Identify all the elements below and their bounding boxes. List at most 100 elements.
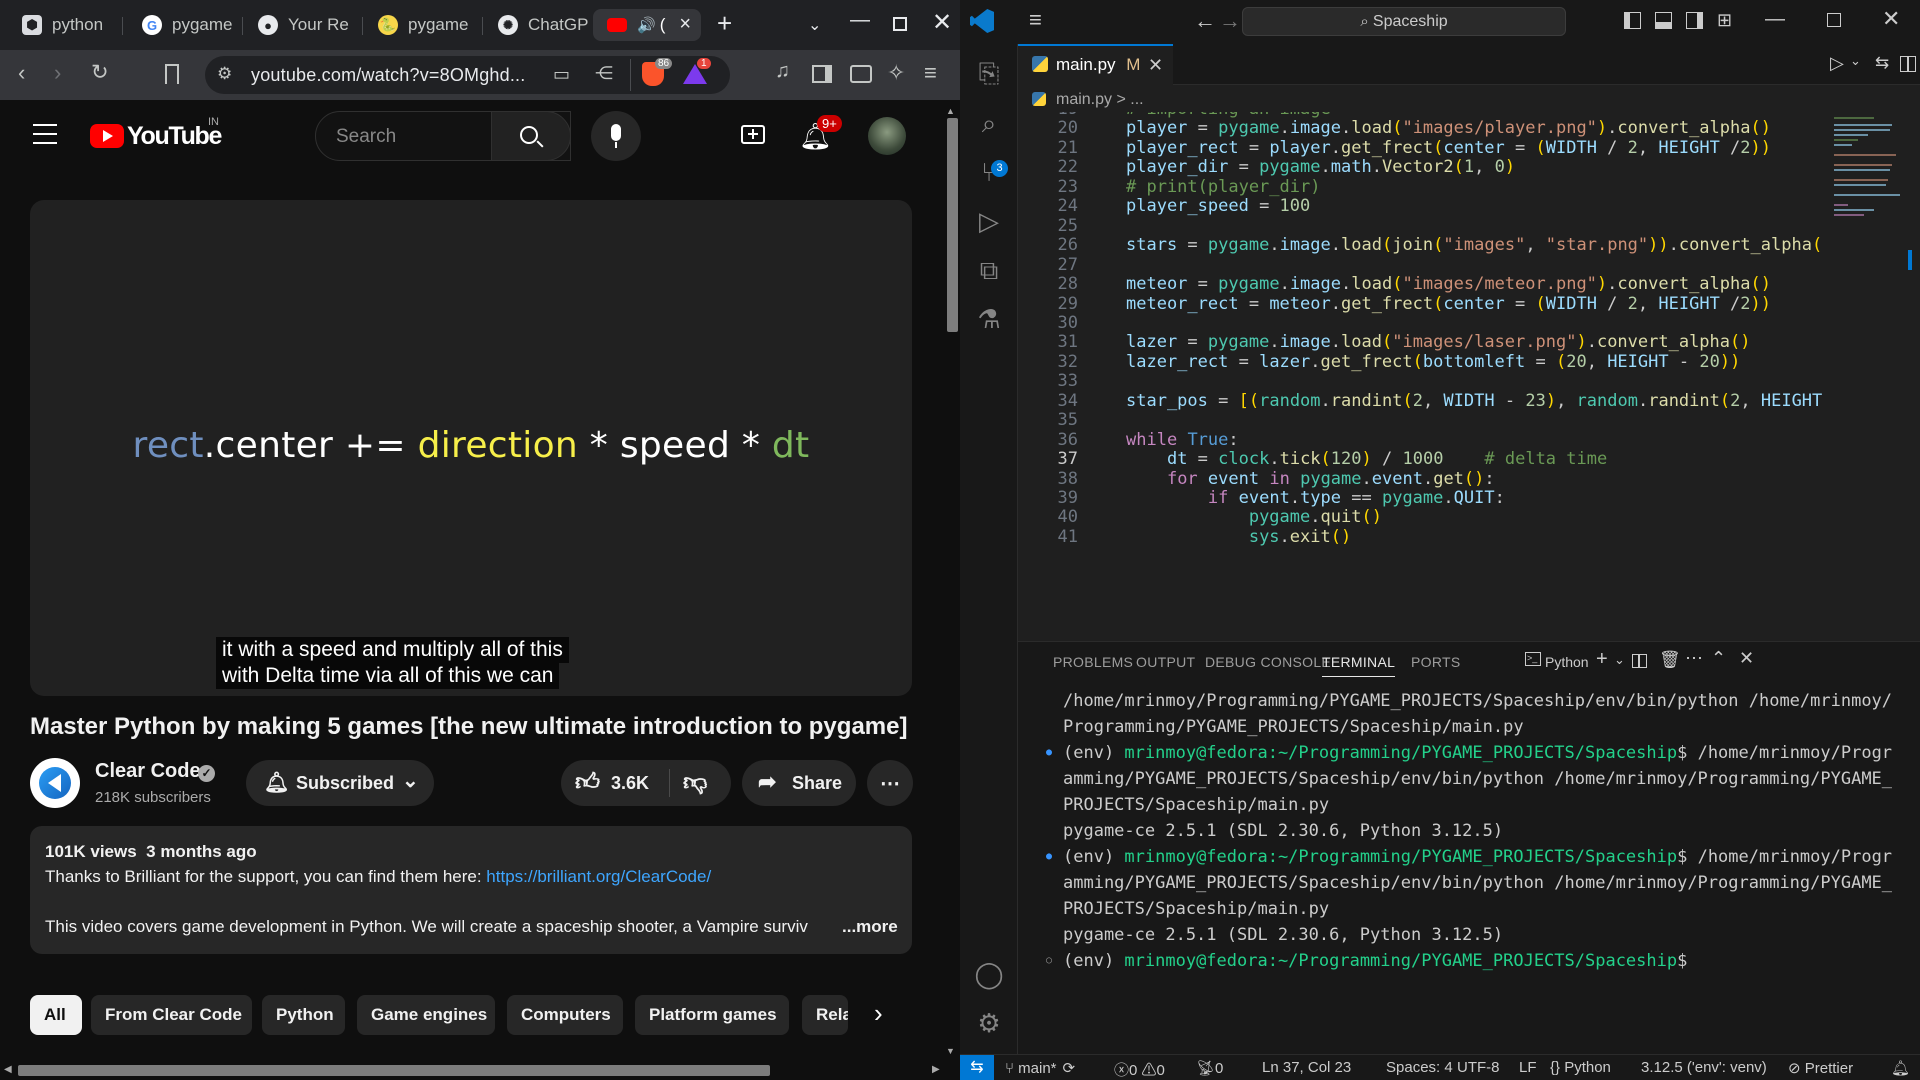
explorer-icon[interactable]: ⎘ [973, 57, 1005, 89]
browser-tab-chatgpt[interactable]: ✺ ChatGP [480, 9, 600, 41]
split-editor-icon[interactable] [1900, 56, 1916, 72]
share-button[interactable]: ➦ Share [742, 760, 856, 806]
tab-debug-console[interactable]: DEBUG CONSOLE [1205, 654, 1331, 670]
run-python-file-icon[interactable]: ▷ [1830, 53, 1844, 74]
customize-layout-icon[interactable]: ⊞ [1717, 10, 1732, 31]
split-terminal-icon[interactable] [1632, 654, 1647, 668]
maximize-icon[interactable] [893, 17, 907, 31]
youtube-logo-icon[interactable] [90, 124, 124, 148]
chip-game-engines[interactable]: Game engines [357, 995, 495, 1035]
minimize-icon[interactable]: — [1765, 8, 1785, 31]
ports-status[interactable]: 📡︎0 [1196, 1059, 1223, 1077]
notifications-bell-icon[interactable]: 🔔︎ [1891, 1059, 1910, 1077]
testing-flask-icon[interactable]: ⚗ [973, 303, 1005, 335]
close-tab-icon[interactable]: × [679, 13, 691, 36]
like-thumb-icon[interactable]: 👍︎ [575, 769, 600, 797]
minimap[interactable] [1828, 112, 1908, 342]
cursor-position[interactable]: Ln 37, Col 23 [1262, 1059, 1351, 1076]
breadcrumb[interactable]: main.py > ... [1018, 88, 1144, 112]
accounts-icon[interactable]: ◯ [973, 958, 1005, 990]
scrollbar-thumb[interactable] [947, 118, 958, 332]
toggle-primary-sidebar-icon[interactable] [1624, 12, 1641, 29]
forward-icon[interactable]: › [54, 60, 61, 86]
show-more-link[interactable]: ...more [838, 917, 898, 937]
address-bar[interactable]: ⚙ youtube.com/watch?v=8OMghd... ▭ ⋲ 86 1 [205, 56, 730, 94]
terminal-output[interactable]: /home/mrinmoy/Programming/PYGAME_PROJECT… [1046, 688, 1903, 974]
maximize-icon[interactable] [1827, 13, 1841, 27]
browser-tab-youtube-active[interactable]: 🔊 ( × [593, 9, 701, 41]
dislike-thumb-icon[interactable]: 👎︎ [683, 769, 707, 797]
more-actions-icon[interactable]: ⋯ [867, 760, 913, 806]
nav-forward-icon[interactable]: → [1219, 8, 1241, 34]
tab-main-py[interactable]: main.py M ✕ [1018, 44, 1173, 85]
leo-ai-icon[interactable]: ✧ [887, 60, 905, 86]
browser-tab-pygame[interactable]: 🐍 pygame [360, 9, 485, 41]
language-mode[interactable]: Python [1564, 1059, 1611, 1076]
description-box[interactable]: 101K views 3 months ago Thanks to Brilli… [30, 826, 912, 954]
reload-icon[interactable]: ↻ [91, 60, 109, 85]
hamburger-menu-icon[interactable] [33, 124, 57, 144]
menu-icon[interactable]: ≡ [924, 60, 937, 86]
run-debug-icon[interactable]: ▷ [973, 205, 1005, 237]
toggle-panel-icon[interactable] [1655, 12, 1672, 29]
command-decoration-icon[interactable]: ● [1046, 844, 1052, 870]
sidebar-icon[interactable] [812, 65, 832, 83]
toggle-secondary-sidebar-icon[interactable] [1686, 12, 1703, 29]
chip-related[interactable]: Rela [802, 995, 848, 1035]
subscribed-button[interactable]: 🔔︎ Subscribed ⌄ [246, 760, 434, 806]
chip-computers[interactable]: Computers [507, 995, 623, 1035]
video-player[interactable]: rect.center += direction * speed * dt it… [30, 200, 912, 696]
extensions-icon[interactable]: ⧉ [973, 254, 1005, 286]
bookmark-icon[interactable] [165, 64, 179, 84]
cast-icon[interactable]: ▭ [553, 64, 570, 85]
scrollbar-thumb[interactable] [18, 1065, 770, 1076]
command-decoration-icon[interactable]: ● [1046, 740, 1052, 766]
search-button[interactable] [491, 111, 571, 161]
open-changes-icon[interactable]: ⇆ [1875, 53, 1889, 73]
kill-terminal-trash-icon[interactable]: 🗑︎ [1659, 650, 1681, 670]
code-editor[interactable]: 19# importing an image20player = pygame.… [1018, 112, 1878, 640]
browser-tab-pygame-google[interactable]: G pygame [124, 9, 244, 41]
command-decoration-icon[interactable]: ○ [1046, 948, 1052, 974]
back-icon[interactable]: ‹ [18, 60, 25, 86]
page-vertical-scrollbar[interactable]: ▲ ▼ [945, 100, 960, 1060]
git-branch[interactable]: main* [1018, 1060, 1056, 1077]
youtube-logo-text[interactable]: YouTube [127, 122, 222, 151]
end-of-line[interactable]: LF [1519, 1059, 1537, 1076]
tab-ports[interactable]: PORTS [1411, 654, 1460, 670]
chip-platform-games[interactable]: Platform games [635, 995, 789, 1035]
encoding[interactable]: UTF-8 [1457, 1059, 1500, 1076]
python-interpreter[interactable]: 3.12.5 ('env': venv) [1641, 1059, 1767, 1076]
close-tab-icon[interactable]: ✕ [1148, 46, 1163, 84]
formatter[interactable]: Prettier [1805, 1060, 1853, 1077]
chip-python[interactable]: Python [262, 995, 345, 1035]
remote-indicator-icon[interactable]: ⇆ [960, 1055, 994, 1080]
run-options-chevron-icon[interactable]: ⌄ [1850, 53, 1861, 69]
description-link[interactable]: https://brilliant.org/ClearCode/ [486, 867, 711, 886]
command-center-search[interactable]: ⌕ Spaceship [1242, 7, 1566, 36]
chip-from-clear-code[interactable]: From Clear Code [91, 995, 252, 1035]
terminal-dropdown-icon[interactable]: ⌄ [1614, 652, 1625, 668]
tab-search-chevron-icon[interactable]: ⌄ [808, 15, 821, 35]
menu-hamburger-icon[interactable]: ≡ [1029, 7, 1042, 33]
minimize-icon[interactable]: — [850, 9, 870, 32]
media-icon[interactable]: ♫ [775, 60, 790, 83]
channel-avatar[interactable] [30, 758, 80, 808]
tab-problems[interactable]: PROBLEMS [1053, 654, 1133, 670]
close-panel-icon[interactable]: ✕ [1739, 648, 1754, 669]
new-tab-icon[interactable]: + [717, 8, 732, 39]
voice-search-button[interactable] [591, 111, 641, 161]
channel-name[interactable]: Clear Code [95, 760, 201, 783]
user-avatar[interactable] [868, 117, 906, 155]
search-icon[interactable]: ⌕ [973, 107, 1005, 139]
site-settings-icon[interactable]: ⚙ [217, 64, 232, 84]
tab-output[interactable]: OUTPUT [1136, 654, 1195, 670]
browser-tab-github[interactable]: ● Your Re [240, 9, 370, 41]
browser-tab-python[interactable]: ⬢ python [4, 9, 114, 41]
wallet-icon[interactable] [850, 65, 872, 83]
share-page-icon[interactable]: ⋲ [595, 63, 613, 84]
manage-gear-icon[interactable]: ⚙ [973, 1007, 1005, 1039]
maximize-panel-icon[interactable]: ⌃ [1711, 648, 1726, 669]
chips-next-icon[interactable]: › [874, 998, 883, 1029]
more-actions-icon[interactable]: ⋯ [1685, 648, 1703, 669]
